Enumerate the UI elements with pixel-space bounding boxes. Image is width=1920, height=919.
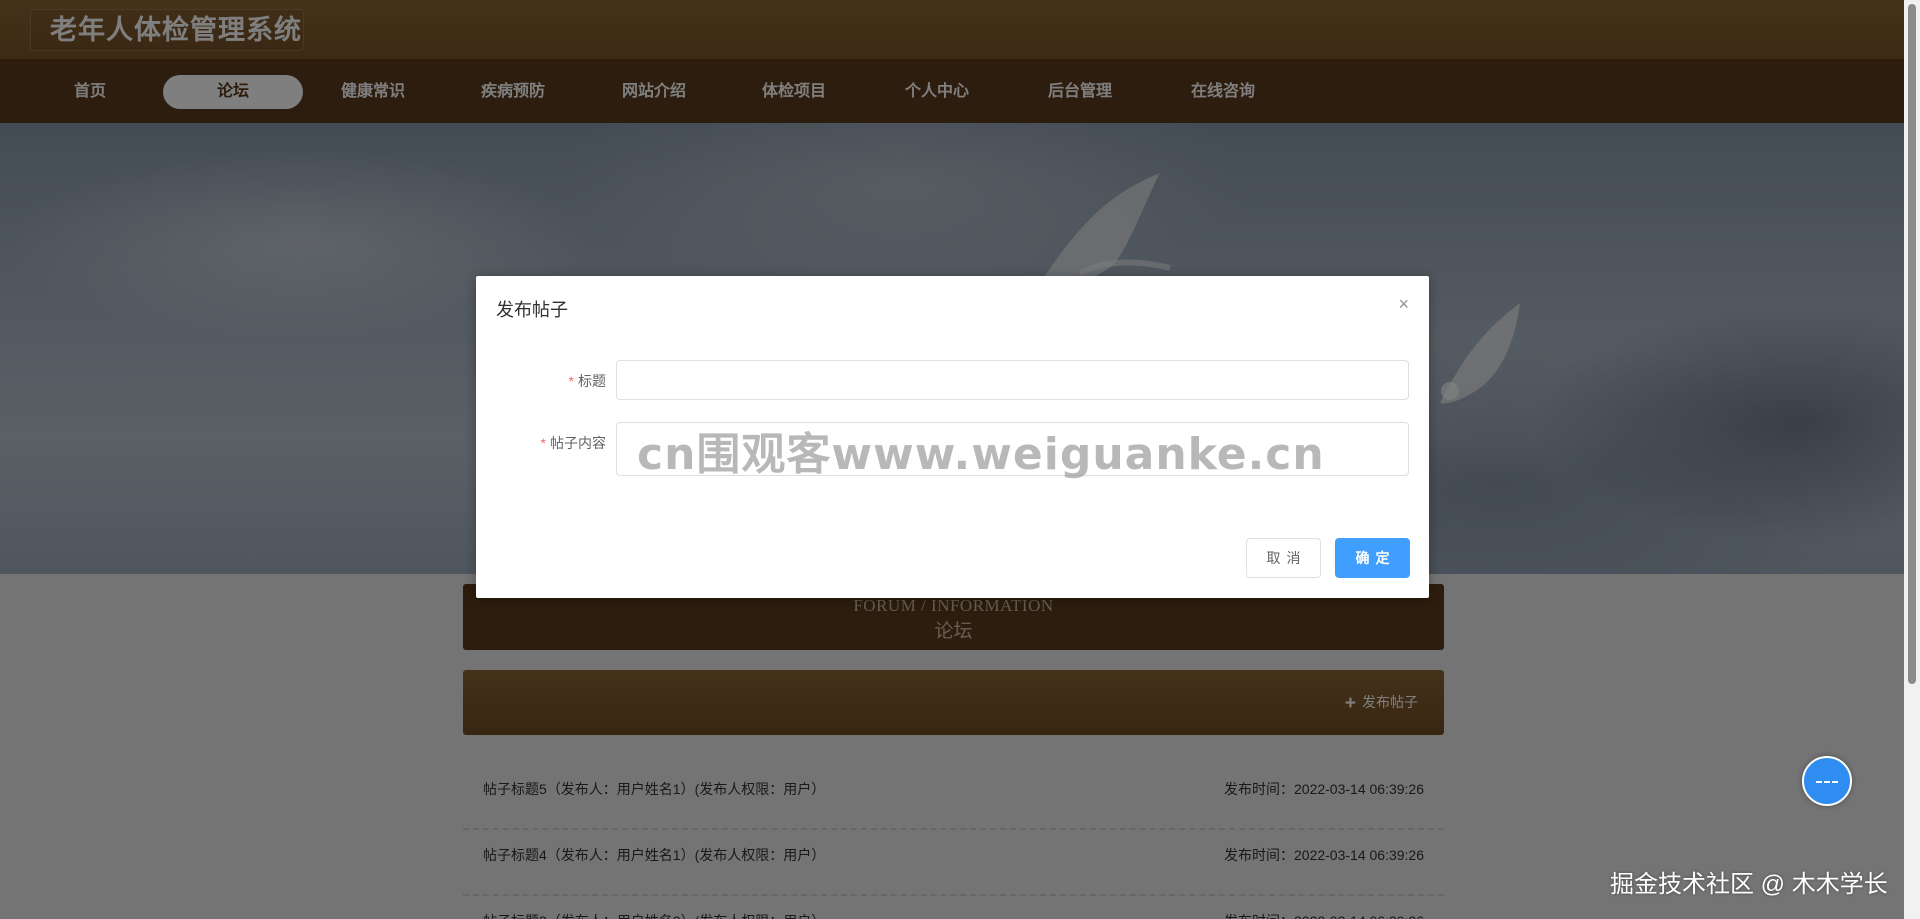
title-input[interactable] <box>616 360 1409 400</box>
chat-icon <box>1816 781 1838 783</box>
floating-chat-button[interactable] <box>1802 756 1852 806</box>
required-marker: * <box>568 373 574 389</box>
scrollbar-thumb[interactable] <box>1908 4 1916 684</box>
title-field-label: * 标题 <box>476 371 606 391</box>
close-icon[interactable]: × <box>1398 294 1409 315</box>
cancel-button[interactable]: 取消 <box>1246 538 1321 578</box>
confirm-button[interactable]: 确定 <box>1335 538 1410 578</box>
page-scrollbar[interactable] <box>1904 0 1920 919</box>
content-textarea-wrapper <box>476 422 1429 476</box>
content-textarea[interactable] <box>616 422 1409 476</box>
publish-post-dialog: 发布帖子 × * 标题 * 帖子内容 取消 确定 <box>476 276 1429 598</box>
dialog-title: 发布帖子 <box>496 300 568 320</box>
title-label-text: 标题 <box>578 373 606 389</box>
corner-watermark: 掘金技术社区 @ 木木学长 <box>1610 871 1888 898</box>
